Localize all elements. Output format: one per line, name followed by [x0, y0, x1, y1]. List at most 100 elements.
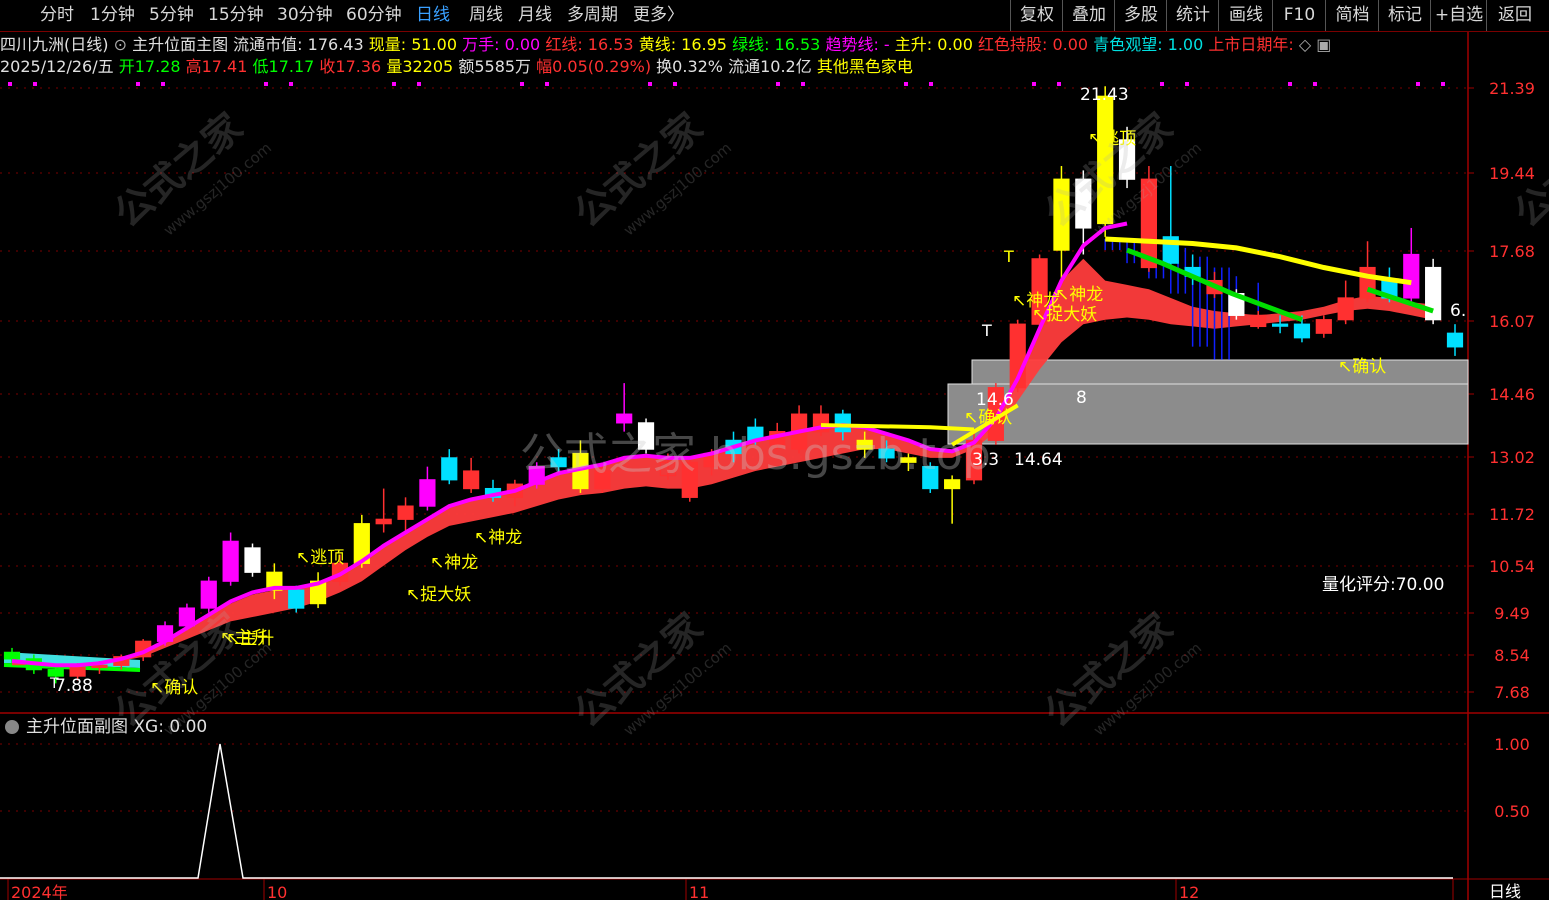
diamond-icon[interactable]: ◇ — [1299, 35, 1316, 54]
toggle-icon[interactable]: ⊙ — [109, 35, 133, 54]
timeframe-tab[interactable]: 更多〉 — [633, 0, 684, 31]
candle-body[interactable] — [1271, 323, 1289, 327]
toolbar-button[interactable]: 返回 — [1486, 0, 1543, 31]
chart-annotation: 6. — [1450, 301, 1466, 321]
ohlc-value: 量32205 — [386, 57, 459, 76]
ohlc-value: 换0.32% — [656, 57, 729, 76]
chart-annotation: 7.88 — [55, 676, 93, 696]
signal-dot — [776, 82, 780, 86]
toolbar-button[interactable]: 多股 — [1114, 0, 1167, 31]
timeframe-tab[interactable]: 60分钟 — [346, 0, 402, 31]
period-label: 日线 — [1489, 882, 1521, 900]
indicator-value: 流通市值: 176.43 — [233, 35, 369, 54]
signal-dot — [673, 82, 677, 86]
signal-dot — [1160, 82, 1164, 86]
sub-tick-label: 1.00 — [1494, 735, 1530, 754]
signal-dot — [392, 82, 396, 86]
signal-dot — [1313, 82, 1317, 86]
ohlc-value: 幅0.05(0.29%) — [536, 57, 657, 76]
toolbar-button[interactable]: 标记 — [1378, 0, 1431, 31]
timeframe-tab[interactable]: 月线 — [518, 0, 552, 31]
chart-annotation: 14.6 — [976, 390, 1014, 410]
candle-body[interactable] — [1446, 332, 1464, 348]
toolbar-button[interactable]: F10 — [1272, 0, 1326, 31]
candle-body[interactable] — [1250, 314, 1267, 328]
marker-t: T — [49, 676, 59, 692]
time-label: 11 — [689, 883, 709, 900]
candle-body[interactable] — [222, 540, 239, 582]
indicator-value: 上市日期年: — [1208, 35, 1299, 54]
candle-body[interactable] — [3, 651, 21, 660]
toolbar-button[interactable]: 统计 — [1166, 0, 1219, 31]
signal-dot — [648, 82, 652, 86]
signal-dot — [161, 82, 165, 86]
signal-dot — [33, 82, 37, 86]
date-label: 2025/12/26/五 — [0, 57, 119, 76]
chart-annotation: ↖逃顶 — [296, 548, 344, 568]
chart-annotation: 14.64 — [1014, 450, 1063, 470]
signal-dot — [801, 82, 805, 86]
signal-dot — [545, 82, 549, 86]
quant-score: 量化评分:70.00 — [1322, 575, 1444, 595]
chart-annotation: ↖神龙 — [430, 553, 478, 573]
timeframe-tab[interactable]: 多周期 — [567, 0, 618, 31]
candle-body[interactable] — [69, 666, 86, 677]
candle-body[interactable] — [1315, 319, 1332, 334]
price-tick-label: 21.39 — [1489, 79, 1535, 98]
indicator-value: 现量: 51.00 — [368, 35, 463, 54]
candle-body[interactable] — [463, 470, 480, 490]
indicator-value: 万手: 0.00 — [462, 35, 546, 54]
signal-dot — [1416, 82, 1420, 86]
sub-tick-label: 0.50 — [1494, 802, 1530, 821]
candle-body[interactable] — [1293, 323, 1311, 339]
window-icon[interactable]: ▣ — [1316, 35, 1331, 54]
ohlc-value: 流通10.2亿 — [728, 57, 817, 76]
chart-annotation: 21.43 — [1080, 85, 1129, 105]
time-label: 12 — [1179, 883, 1199, 900]
signal-dot — [1185, 82, 1189, 86]
top-toolbar: 分时 1分钟 5分钟 15分钟 30分钟 60分钟 日线 周线 月线 多周期 更多〉 复权 叠加 多股统… — [0, 0, 1549, 32]
sub-toggle-icon[interactable] — [5, 720, 19, 734]
indicator-name: 主升位面主图 — [132, 35, 234, 54]
toolbar-button[interactable]: 复权 — [1010, 0, 1063, 31]
candle-body[interactable] — [244, 547, 261, 573]
candle-body[interactable] — [419, 479, 436, 507]
ohlc-value: 收17.36 — [319, 57, 387, 76]
indicator-value: 红线: 16.53 — [545, 35, 639, 54]
candle-body[interactable] — [441, 457, 458, 481]
stock-name: 四川九洲(日线) — [0, 35, 109, 54]
candle-body[interactable] — [397, 505, 414, 520]
price-tick-label: 14.46 — [1489, 385, 1535, 404]
timeframe-tab[interactable]: 1分钟 — [90, 0, 135, 31]
candle-body[interactable] — [1403, 253, 1420, 299]
candle-body[interactable] — [1337, 297, 1354, 321]
ohlc-value: 额5585万 — [458, 57, 537, 76]
timeframe-tab[interactable]: 5分钟 — [149, 0, 194, 31]
timeframe-tab[interactable]: 分时 — [40, 0, 74, 31]
toolbar-button[interactable]: 画线 — [1218, 0, 1273, 31]
support-zone — [947, 383, 1469, 445]
price-tick-label: 11.72 — [1489, 505, 1535, 524]
chart-annotation: ↖确认 — [1338, 357, 1386, 377]
toolbar-button[interactable]: 简档 — [1325, 0, 1379, 31]
timeframe-tab[interactable]: 日线 — [416, 0, 450, 31]
indicator-value: 绿线: 16.53 — [732, 35, 826, 54]
price-tick-label: 7.68 — [1494, 683, 1530, 702]
marker-t: T — [981, 321, 992, 340]
signal-dot — [136, 82, 140, 86]
timeframe-tab[interactable]: 15分钟 — [208, 0, 264, 31]
marker-t: T — [1003, 247, 1014, 266]
time-label: 2024年 — [11, 883, 68, 900]
toolbar-button[interactable]: +自选 — [1430, 0, 1487, 31]
center-watermark: 公式之家 bbs.gszb.top — [520, 429, 991, 480]
price-tick-label: 10.54 — [1489, 557, 1535, 576]
candle-body[interactable] — [288, 589, 305, 609]
signal-dot — [417, 82, 421, 86]
timeframe-tab[interactable]: 30分钟 — [277, 0, 333, 31]
candle-body[interactable] — [375, 518, 392, 525]
timeframe-tab[interactable]: 周线 — [469, 0, 503, 31]
toolbar-button[interactable]: 叠加 — [1062, 0, 1115, 31]
indicator-value: 趋势线: - — [825, 35, 895, 54]
ohlc-value: 开17.28 — [118, 57, 186, 76]
ohlc-value: 低17.17 — [252, 57, 320, 76]
